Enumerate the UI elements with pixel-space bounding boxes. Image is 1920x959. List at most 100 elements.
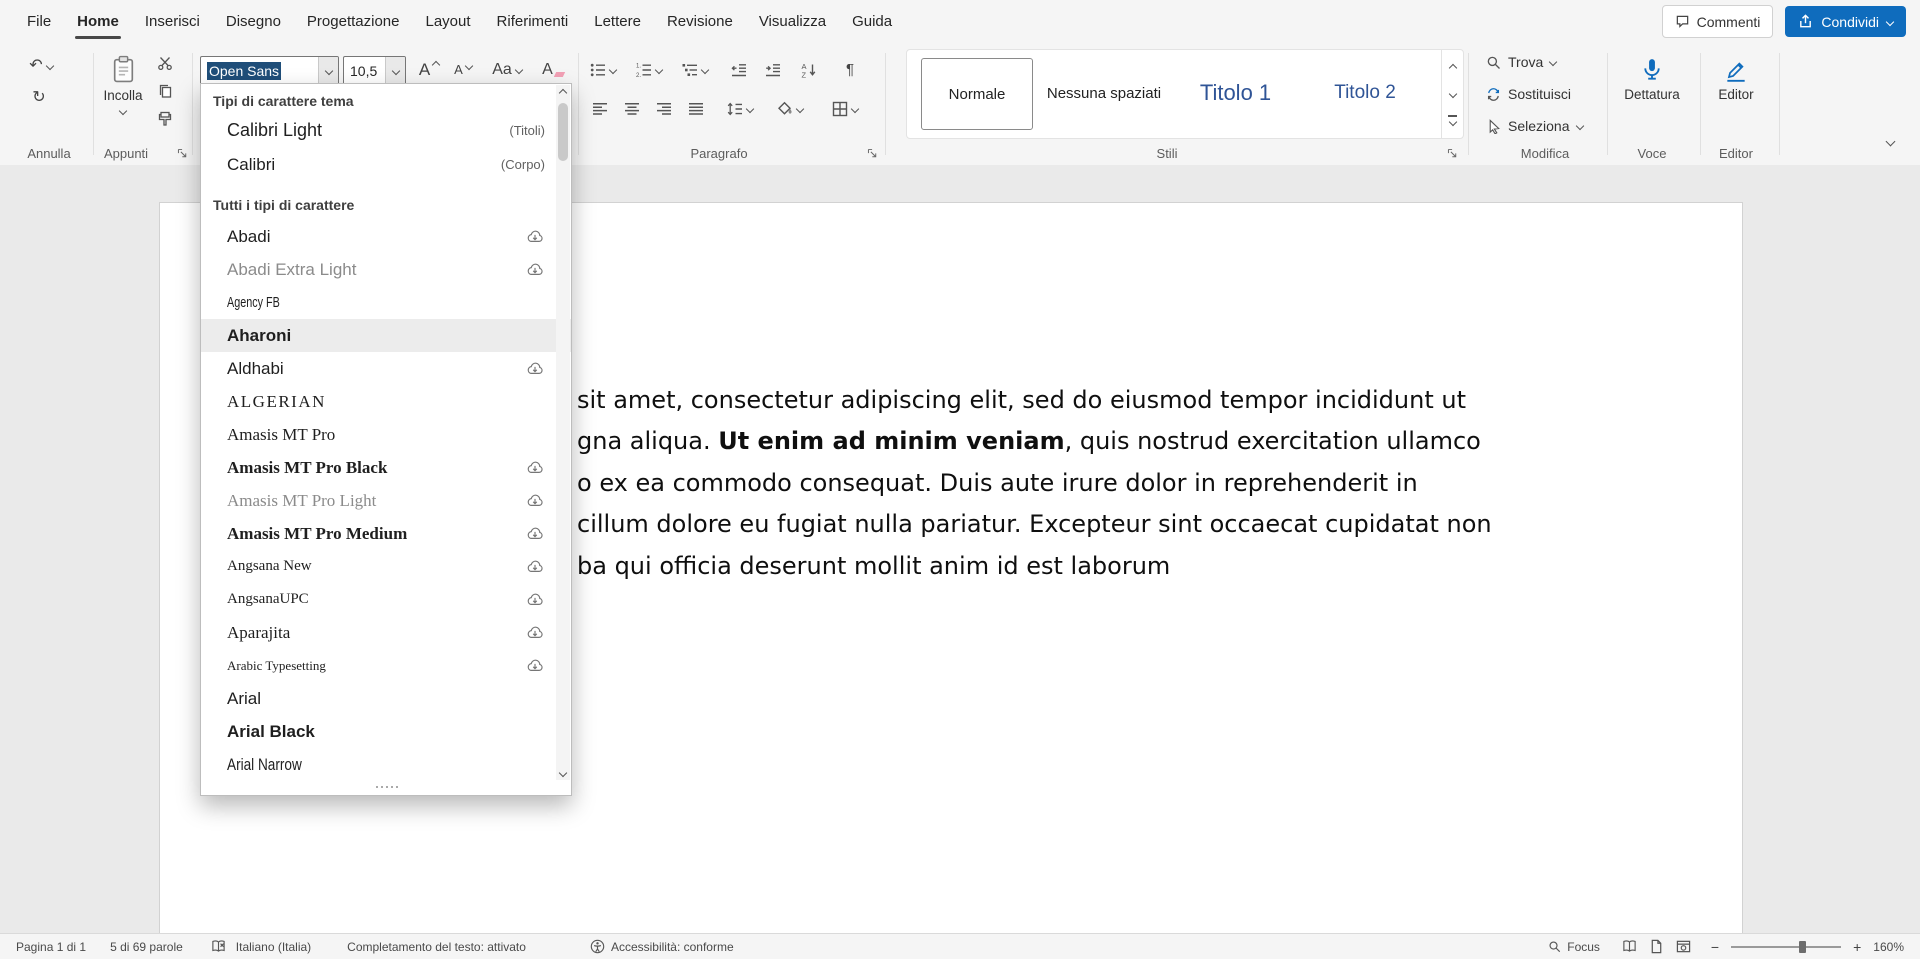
numbering-button[interactable] <box>628 56 670 83</box>
document-text-line[interactable]: ba qui officia deserunt mollit anim id e… <box>577 549 1170 583</box>
font-name-dropdown-arrow[interactable] <box>318 57 338 84</box>
document-text-line[interactable]: o ex ea commodo consequat. Duis aute iru… <box>577 466 1418 500</box>
dictate-button[interactable]: Dettatura <box>1620 51 1684 139</box>
style-normale[interactable]: Normale <box>921 58 1033 130</box>
show-formatting-marks-button[interactable]: ¶ <box>836 56 864 83</box>
proofing-status-button[interactable] <box>211 939 226 954</box>
zoom-slider-thumb[interactable] <box>1799 941 1806 953</box>
zoom-out-button[interactable]: − <box>1709 939 1721 955</box>
align-right-button[interactable] <box>649 95 679 122</box>
font-option-abadi[interactable]: Abadi <box>201 220 571 253</box>
accessibility-status[interactable]: Accessibilità: conforme <box>590 939 734 954</box>
replace-button[interactable]: Sostituisci <box>1486 81 1571 107</box>
styles-dialog-launcher[interactable] <box>1446 147 1459 160</box>
font-option-amasis-mt-pro-medium[interactable]: Amasis MT Pro Medium <box>201 517 571 550</box>
dropdown-scrollbar[interactable] <box>556 85 570 780</box>
font-option-amasis-mt-pro-black[interactable]: Amasis MT Pro Black <box>201 451 571 484</box>
word-count[interactable]: 5 di 69 parole <box>110 940 183 954</box>
tab-disegno[interactable]: Disegno <box>213 0 294 43</box>
font-option-arial[interactable]: Arial <box>201 682 571 715</box>
font-name-value[interactable]: Open Sans <box>207 62 281 80</box>
zoom-in-button[interactable]: + <box>1851 939 1863 955</box>
clear-formatting-button[interactable]: A <box>536 56 570 83</box>
font-option-algerian[interactable]: ALGERIAN <box>201 385 571 418</box>
font-size-dropdown-arrow[interactable] <box>385 57 405 84</box>
cut-button[interactable] <box>152 51 178 75</box>
paste-button[interactable]: Incolla <box>96 51 150 139</box>
comments-button[interactable]: Commenti <box>1662 5 1774 38</box>
collapse-ribbon-button[interactable] <box>1876 129 1904 153</box>
print-layout-button[interactable] <box>1649 939 1664 954</box>
document-text-line[interactable]: sit amet, consectetur adipiscing elit, s… <box>577 383 1466 417</box>
scroll-up-button[interactable] <box>556 85 570 100</box>
tab-progettazione[interactable]: Progettazione <box>294 0 413 43</box>
tab-file[interactable]: File <box>14 0 64 43</box>
format-painter-button[interactable] <box>152 107 178 131</box>
page-indicator[interactable]: Pagina 1 di 1 <box>16 940 86 954</box>
grow-font-button[interactable]: A <box>412 56 446 83</box>
select-button[interactable]: Seleziona <box>1486 113 1583 139</box>
font-option-aparajita[interactable]: Aparajita <box>201 616 571 649</box>
read-mode-button[interactable] <box>1622 939 1637 954</box>
change-case-button[interactable]: Aa <box>486 56 528 83</box>
share-button[interactable]: Condividi <box>1785 6 1906 37</box>
font-name-combo[interactable]: Open Sans <box>200 56 339 85</box>
tab-guida[interactable]: Guida <box>839 0 905 43</box>
font-option-arial-narrow[interactable]: Arial Narrow <box>201 748 571 781</box>
font-option-aldhabi[interactable]: Aldhabi <box>201 352 571 385</box>
styles-scroll-down-button[interactable] <box>1442 80 1463 108</box>
font-size-combo[interactable]: 10,5 <box>343 56 406 85</box>
bullets-button[interactable] <box>582 56 624 83</box>
copy-button[interactable] <box>152 79 178 103</box>
font-option-calibri-light[interactable]: Calibri Light (Titoli) <box>201 114 571 148</box>
tab-inserisci[interactable]: Inserisci <box>132 0 213 43</box>
scroll-down-button[interactable] <box>556 765 570 780</box>
tab-visualizza[interactable]: Visualizza <box>746 0 839 43</box>
styles-more-button[interactable] <box>1442 106 1463 134</box>
font-option-angsanaupc[interactable]: AngsanaUPC <box>201 583 571 616</box>
font-option-arabic-typesetting[interactable]: Arabic Typesetting <box>201 649 571 682</box>
document-text-line[interactable]: cillum dolore eu fugiat nulla pariatur. … <box>577 507 1492 541</box>
style-titolo-1[interactable]: Titolo 1 <box>1177 58 1294 128</box>
document-text-line[interactable]: gna aliqua. Ut enim ad minim veniam, qui… <box>577 424 1481 458</box>
focus-mode-button[interactable]: Focus <box>1548 940 1600 954</box>
font-option-arial-black[interactable]: Arial Black <box>201 715 571 748</box>
font-option-aharoni[interactable]: Aharoni <box>201 319 571 352</box>
styles-scroll-up-button[interactable] <box>1442 54 1463 82</box>
borders-button[interactable] <box>822 95 868 122</box>
font-option-calibri[interactable]: Calibri (Corpo) <box>201 148 571 182</box>
undo-button[interactable]: ↶ <box>22 53 60 79</box>
find-button[interactable]: Trova <box>1486 49 1556 75</box>
font-option-angsana-new[interactable]: Angsana New <box>201 550 571 583</box>
font-option-amasis-mt-pro[interactable]: Amasis MT Pro <box>201 418 571 451</box>
tab-home[interactable]: Home <box>64 0 132 43</box>
decrease-indent-button[interactable] <box>724 56 754 83</box>
tab-layout[interactable]: Layout <box>413 0 484 43</box>
zoom-slider[interactable] <box>1731 940 1841 954</box>
align-center-button[interactable] <box>617 95 647 122</box>
tab-revisione[interactable]: Revisione <box>654 0 746 43</box>
text-completion-status[interactable]: Completamento del testo: attivato <box>347 940 526 954</box>
style-titolo-2[interactable]: Titolo 2 <box>1306 58 1424 128</box>
tab-riferimenti[interactable]: Riferimenti <box>484 0 582 43</box>
font-size-value[interactable]: 10,5 <box>350 63 377 79</box>
multilevel-list-button[interactable] <box>674 56 716 83</box>
shading-button[interactable] <box>768 95 812 122</box>
language-indicator[interactable]: Italiano (Italia) <box>236 940 311 954</box>
scrollbar-thumb[interactable] <box>558 103 568 161</box>
justify-button[interactable] <box>681 95 711 122</box>
tab-lettere[interactable]: Lettere <box>581 0 654 43</box>
sort-button[interactable] <box>794 56 824 83</box>
clipboard-dialog-launcher[interactable] <box>176 147 189 160</box>
paragraph-dialog-launcher[interactable] <box>866 147 879 160</box>
style-nessuna-spaziatura[interactable]: Nessuna spaziati <box>1044 58 1164 128</box>
dropdown-resize-grip[interactable] <box>201 781 571 795</box>
increase-indent-button[interactable] <box>758 56 788 83</box>
font-option-abadi-extra-light[interactable]: Abadi Extra Light <box>201 253 571 286</box>
zoom-level[interactable]: 160% <box>1873 940 1904 954</box>
font-option-amasis-mt-pro-light[interactable]: Amasis MT Pro Light <box>201 484 571 517</box>
line-spacing-button[interactable] <box>720 95 760 122</box>
web-layout-button[interactable] <box>1676 939 1691 954</box>
align-left-button[interactable] <box>585 95 615 122</box>
font-option-agency-fb[interactable]: Agency FB <box>201 286 571 319</box>
